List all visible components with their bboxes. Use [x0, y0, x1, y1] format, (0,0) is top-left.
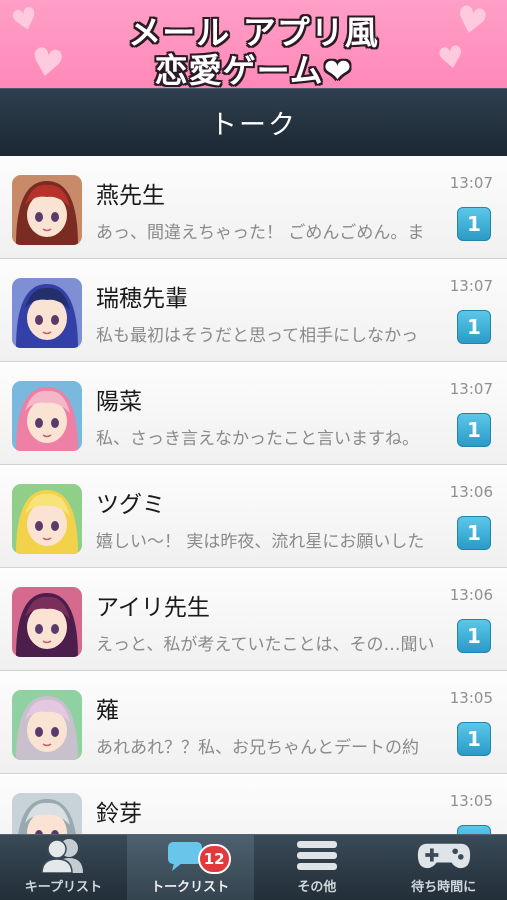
- avatar-eye-left: [35, 212, 43, 222]
- conversation-row[interactable]: 薙あれあれ？？私、お兄ちゃんとデートの約 13:05 1: [0, 671, 507, 774]
- message-time: 13:07: [449, 277, 493, 295]
- unread-count-badge: 1: [457, 722, 491, 756]
- people-icon: [35, 836, 91, 874]
- nav-tab-keeplist[interactable]: キープリスト: [0, 835, 127, 900]
- message-preview: 嬉しい～！ 実は昨夜、流れ星にお願いした: [96, 532, 425, 552]
- nav-label-keeplist: キープリスト: [24, 880, 102, 895]
- contact-name: アイリ先生: [96, 595, 210, 621]
- nav-label-waiting: 待ち時間に: [411, 880, 477, 895]
- talklist-unread-badge: 12: [197, 844, 231, 874]
- conversation-row[interactable]: 瑞穂先輩私も最初はそうだと思って相手にしなかっ 13:07 1: [0, 259, 507, 362]
- avatar-eye-right: [51, 418, 59, 428]
- app-header: トーク: [0, 88, 507, 156]
- avatar-eye-right: [51, 727, 59, 737]
- avatar: [12, 484, 82, 554]
- message-time: 13:06: [449, 483, 493, 501]
- unread-count-badge: 1: [457, 413, 491, 447]
- conversation-row[interactable]: 陽菜私、さっき言えなかったこと言いますね。 13:07 1: [0, 362, 507, 465]
- avatar: [12, 793, 82, 834]
- avatar: [12, 690, 82, 760]
- unread-count-badge: 1: [457, 310, 491, 344]
- unread-count-badge: 1: [457, 619, 491, 653]
- avatar-eye-left: [35, 624, 43, 634]
- avatar: [12, 381, 82, 451]
- nav-tab-waiting[interactable]: 待ち時間に: [380, 835, 507, 900]
- contact-name: 薙: [96, 698, 119, 724]
- avatar-eye-left: [35, 727, 43, 737]
- avatar-eye-left: [35, 521, 43, 531]
- conversation-row[interactable]: アイリ先生えっと、私が考えていたことは、その…聞い 13:06 1: [0, 568, 507, 671]
- avatar: [12, 278, 82, 348]
- nav-label-talklist: トークリスト: [151, 880, 230, 895]
- conversation-row[interactable]: ツグミ嬉しい～！ 実は昨夜、流れ星にお願いした 13:06 1: [0, 465, 507, 568]
- nav-tab-talklist[interactable]: 12 トークリスト: [126, 835, 254, 900]
- avatar-eye-right: [51, 521, 59, 531]
- message-time: 13:06: [449, 586, 493, 604]
- promo-banner[interactable]: ♥ ♥ ♥ ♥ メール アプリ風 恋愛ゲーム❤: [0, 0, 507, 88]
- bottom-nav: キープリスト 12 トークリスト その他 待ち時間に: [0, 834, 507, 900]
- nav-label-other: その他: [297, 880, 337, 895]
- contact-name: 鈴芽: [96, 801, 142, 827]
- avatar-eye-right: [51, 315, 59, 325]
- page-title: トーク: [210, 110, 297, 141]
- message-preview: 私も最初はそうだと思って相手にしなかっ: [96, 326, 419, 346]
- message-preview: あれあれ？？私、お兄ちゃんとデートの約: [96, 738, 419, 758]
- avatar-eye-left: [35, 418, 43, 428]
- avatar: [12, 175, 82, 245]
- message-time: 13:07: [449, 174, 493, 192]
- unread-count-badge: 1: [457, 516, 491, 550]
- message-preview: えっと、私が考えていたことは、その…聞い: [96, 635, 435, 655]
- message-time: 13:05: [449, 689, 493, 707]
- unread-count-badge: 1: [457, 207, 491, 241]
- contact-name: ツグミ: [96, 492, 165, 518]
- contact-name: 燕先生: [96, 183, 165, 209]
- unread-count-badge: 1: [457, 825, 491, 834]
- gamepad-icon: [416, 836, 472, 874]
- avatar: [12, 587, 82, 657]
- avatar-eye-right: [51, 624, 59, 634]
- menu-icon: [289, 836, 345, 874]
- message-preview: あっ、間違えちゃった！ ごめんごめん。ま: [96, 223, 425, 243]
- conversation-row[interactable]: 鈴芽 13:05 1: [0, 774, 507, 834]
- conversation-list[interactable]: 燕先生 あっ、間違えちゃった！ ごめんごめん。ま 13:07 1 瑞穂先輩 私も最初はそう…: [0, 156, 507, 834]
- avatar-eye-left: [35, 315, 43, 325]
- conversation-row[interactable]: 燕先生あっ、間違えちゃった！ ごめんごめん。ま 13:07 1: [0, 156, 507, 259]
- contact-name: 陽菜: [96, 389, 142, 415]
- message-preview: 私、さっき言えなかったこと言いますね。: [96, 429, 419, 449]
- avatar-eye-right: [51, 212, 59, 222]
- contact-name: 瑞穂先輩: [96, 286, 188, 312]
- message-time: 13:05: [449, 792, 493, 810]
- nav-tab-other[interactable]: その他: [254, 835, 381, 900]
- message-time: 13:07: [449, 380, 493, 398]
- banner-title-line2: 恋愛ゲーム❤: [154, 51, 353, 88]
